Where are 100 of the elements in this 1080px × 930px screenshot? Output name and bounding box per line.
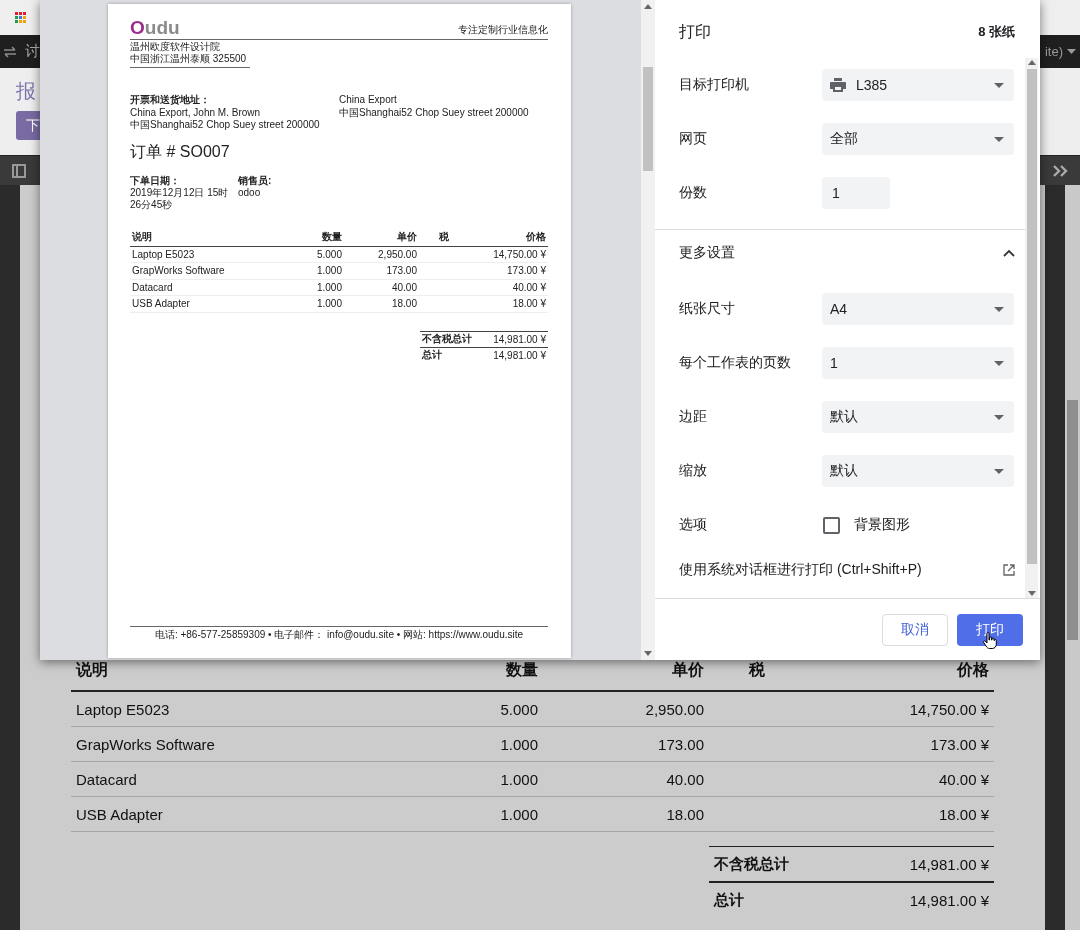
sidebar-icon[interactable] bbox=[12, 163, 26, 178]
copies-field[interactable]: 1 bbox=[822, 177, 890, 209]
more-settings-toggle[interactable]: 更多设置 bbox=[679, 244, 735, 262]
table-cell-text: 40.00 bbox=[390, 281, 418, 293]
dropdown[interactable]: 1 bbox=[822, 347, 1014, 379]
table-cell-text: Datacard bbox=[75, 770, 138, 788]
caret-icon bbox=[994, 468, 1004, 474]
arrow-up-icon[interactable] bbox=[1027, 60, 1036, 65]
column-header: 税 bbox=[438, 230, 450, 244]
table-cell-text: 173.00 ¥ bbox=[929, 735, 990, 753]
scrollbar[interactable] bbox=[641, 0, 655, 660]
table-cell-text: Laptop E5023 bbox=[131, 248, 196, 260]
table-cell-text: Laptop E5023 bbox=[75, 700, 171, 718]
table-cell-text: 40.00 bbox=[665, 770, 705, 788]
total-label: 不含税总计 bbox=[714, 854, 789, 874]
address-label: 开票和送货地址： bbox=[130, 94, 211, 107]
total-value: 14,981.00 ¥ bbox=[493, 333, 546, 345]
column-header: 价格 bbox=[525, 230, 547, 244]
table-cell-text: 2,950.00 bbox=[644, 700, 705, 718]
setting-label: 份数 bbox=[679, 184, 708, 202]
table-cell-text: 1.000 bbox=[315, 281, 343, 293]
total-label: 不含税总计 bbox=[422, 332, 472, 346]
caret-icon bbox=[994, 136, 1004, 142]
company-address-line: 中国浙江温州泰顺 325500 bbox=[130, 53, 247, 65]
dialog-button[interactable]: 取消 bbox=[882, 613, 948, 646]
column-header: 单价 bbox=[396, 230, 418, 244]
printer-icon bbox=[830, 78, 846, 92]
arrow-down-icon[interactable] bbox=[644, 651, 652, 656]
dropdown[interactable]: 默认 bbox=[822, 401, 1014, 433]
total-value: 14,981.00 ¥ bbox=[909, 891, 989, 909]
table-cell-text: 5.000 bbox=[315, 248, 343, 260]
scroll-thumb[interactable] bbox=[1067, 400, 1078, 640]
table-cell-text: 40.00 ¥ bbox=[511, 281, 547, 293]
column-header: 说明 bbox=[74, 660, 109, 680]
setting-label: 选项 bbox=[679, 516, 708, 534]
arrow-up-icon[interactable] bbox=[644, 4, 652, 9]
table-cell-text: 173.00 bbox=[657, 735, 705, 753]
table-cell-text: 173.00 bbox=[385, 265, 418, 277]
caret-icon bbox=[994, 306, 1004, 312]
table-cell-text: 18.00 bbox=[390, 298, 418, 310]
chevron-icon[interactable] bbox=[1003, 249, 1015, 257]
dropdown[interactable]: 默认 bbox=[822, 455, 1014, 487]
address-line: 中国Shanghai52 Chop Suey street 200000 bbox=[130, 119, 321, 132]
table-cell-text: 18.00 bbox=[665, 805, 705, 823]
breadcrumb: 报 bbox=[16, 79, 36, 104]
column-header: 数量 bbox=[505, 660, 539, 680]
info-label: 下单日期： bbox=[130, 174, 181, 187]
table-cell-text: 14,750.00 ¥ bbox=[908, 700, 990, 718]
dropdown[interactable]: L385 bbox=[822, 69, 1014, 101]
external-link-icon[interactable] bbox=[1003, 564, 1015, 576]
table-cell-text: 14,750.00 ¥ bbox=[492, 248, 547, 260]
caret-icon[interactable] bbox=[1067, 49, 1076, 54]
table-cell-text: 40.00 ¥ bbox=[937, 770, 990, 788]
dropdown[interactable]: A4 bbox=[822, 293, 1014, 325]
user-menu-text[interactable]: ite) bbox=[1044, 44, 1063, 59]
system-dialog-link[interactable]: 使用系统对话框进行打印 (Ctrl+Shift+P) bbox=[679, 561, 922, 579]
table-cell-text: 1.000 bbox=[499, 770, 539, 788]
total-label: 总计 bbox=[422, 348, 442, 362]
scroll-thumb[interactable] bbox=[1026, 69, 1037, 564]
apps-icon[interactable] bbox=[15, 12, 26, 23]
arrow-down-icon[interactable] bbox=[1027, 591, 1036, 596]
column-header: 价格 bbox=[955, 660, 990, 680]
setting-label: 边距 bbox=[679, 408, 708, 426]
scrollbar[interactable] bbox=[1025, 58, 1038, 598]
table-cell-text: USB Adapter bbox=[75, 805, 164, 823]
address-line: China Export bbox=[339, 94, 398, 107]
dropdown[interactable]: 全部 bbox=[822, 123, 1014, 155]
order-title: 订单 # SO007 bbox=[130, 141, 231, 162]
caret-icon bbox=[994, 360, 1004, 366]
table-cell-text: 18.00 ¥ bbox=[937, 805, 990, 823]
info-value: 2019年12月12日 15时26分45秒 bbox=[130, 186, 230, 211]
table-cell-text: Datacard bbox=[131, 281, 174, 293]
scrollbar[interactable] bbox=[1065, 185, 1080, 930]
total-label: 总计 bbox=[714, 890, 744, 910]
menu-text[interactable]: 讨 bbox=[25, 42, 40, 61]
logo: Oudu bbox=[130, 18, 180, 37]
double-chevron-icon[interactable] bbox=[1052, 164, 1068, 177]
caret-icon bbox=[994, 414, 1004, 420]
table-cell-text: 18.00 ¥ bbox=[511, 298, 547, 310]
caret-icon bbox=[994, 82, 1004, 88]
table-cell-text: USB Adapter bbox=[131, 298, 191, 310]
setting-label: 缩放 bbox=[679, 462, 708, 480]
table-cell-text: 173.00 ¥ bbox=[506, 265, 547, 277]
column-header: 单价 bbox=[671, 660, 705, 680]
table-cell-text: 1.000 bbox=[499, 805, 539, 823]
checkbox-label[interactable]: 背景图形 bbox=[854, 516, 910, 534]
column-header: 税 bbox=[747, 660, 766, 680]
setting-label: 纸张尺寸 bbox=[679, 300, 736, 318]
dialog-button[interactable]: 打印 bbox=[957, 613, 1023, 646]
checkbox[interactable] bbox=[823, 516, 840, 534]
setting-label: 目标打印机 bbox=[679, 76, 750, 94]
address-line: China Export, John M. Brown bbox=[130, 106, 262, 119]
total-value: 14,981.00 ¥ bbox=[909, 855, 989, 873]
switch-icon[interactable] bbox=[3, 45, 17, 58]
table-cell-text: 5.000 bbox=[499, 700, 539, 718]
column-header: 说明 bbox=[131, 230, 153, 244]
slogan: 专注定制行业信息化 bbox=[458, 23, 548, 37]
info-label: 销售员: bbox=[238, 174, 272, 187]
scroll-thumb[interactable] bbox=[643, 67, 653, 171]
sheet-count: 8 张纸 bbox=[978, 23, 1015, 41]
